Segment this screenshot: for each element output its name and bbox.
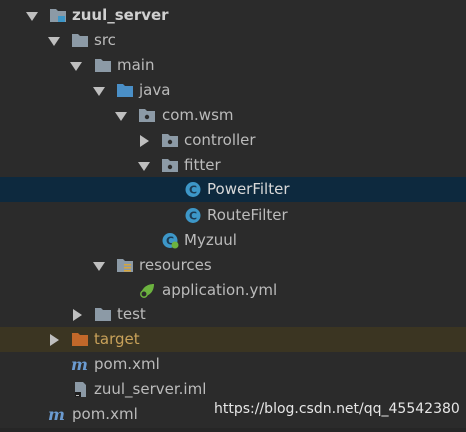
module-folder-icon (49, 7, 67, 24)
excluded-folder-icon (71, 331, 89, 348)
collapse-arrow-icon[interactable] (140, 135, 149, 147)
tree-item-java[interactable]: java (0, 78, 466, 103)
svg-text:m: m (71, 356, 88, 373)
folder-icon (71, 32, 89, 49)
package-icon (161, 157, 179, 174)
tree-item-fitter[interactable]: fitter (0, 153, 466, 178)
collapse-arrow-icon[interactable] (50, 334, 59, 346)
svg-text:C: C (189, 210, 197, 223)
tree-item-label: Myzuul (184, 231, 237, 249)
expand-arrow-icon[interactable] (115, 112, 127, 121)
expand-arrow-icon[interactable] (26, 12, 38, 21)
tree-item-src[interactable]: src (0, 28, 466, 53)
tree-item-application-yml[interactable]: application.yml (0, 278, 466, 303)
tree-item-label: PowerFilter (207, 180, 290, 198)
tree-item-label: pom.xml (94, 355, 160, 373)
tree-item-routefilter[interactable]: C RouteFilter (0, 203, 466, 228)
bottom-divider (0, 428, 466, 432)
tree-item-label: zuul_server (72, 6, 169, 24)
resources-folder-icon (116, 257, 134, 274)
expand-arrow-icon[interactable] (93, 262, 105, 271)
project-tree: zuul_server src main java com.wsm contro… (0, 0, 466, 432)
watermark-url: https://blog.csdn.net/qq_45542380 (214, 401, 460, 417)
svg-text:C: C (189, 184, 197, 197)
package-icon (138, 107, 156, 124)
expand-arrow-icon[interactable] (70, 62, 82, 71)
tree-item-label: src (94, 31, 116, 49)
tree-item-test[interactable]: test (0, 302, 466, 327)
tree-item-com-wsm[interactable]: com.wsm (0, 103, 466, 128)
java-class-icon: C (184, 181, 202, 198)
java-class-icon: C (184, 207, 202, 224)
tree-item-label: controller (184, 131, 256, 149)
svg-text:m: m (48, 406, 65, 423)
maven-icon: m (48, 405, 66, 424)
tree-item-myzuul[interactable]: C Myzuul (0, 228, 466, 253)
tree-item-label: pom.xml (72, 405, 138, 423)
tree-item-label: test (117, 305, 146, 323)
tree-item-zuul-server-iml[interactable]: zuul_server.iml (0, 377, 466, 402)
tree-item-label: RouteFilter (207, 206, 288, 224)
tree-item-label: com.wsm (162, 106, 234, 124)
tree-item-label: application.yml (162, 281, 278, 299)
folder-icon (94, 57, 112, 74)
maven-icon: m (71, 355, 89, 374)
package-icon (161, 132, 179, 149)
spring-yml-icon (138, 282, 156, 299)
tree-item-main[interactable]: main (0, 53, 466, 78)
tree-item-target[interactable]: target (0, 327, 466, 352)
spring-boot-class-icon: C (161, 232, 179, 249)
source-root-folder-icon (116, 82, 134, 99)
folder-icon (94, 306, 112, 323)
tree-item-label: java (139, 81, 171, 99)
tree-item-label: fitter (184, 156, 221, 174)
tree-item-label: zuul_server.iml (94, 380, 207, 398)
tree-item-powerfilter[interactable]: C PowerFilter (0, 177, 466, 202)
expand-arrow-icon[interactable] (93, 87, 105, 96)
iml-file-icon (71, 381, 89, 398)
expand-arrow-icon[interactable] (48, 37, 60, 46)
tree-item-label: target (94, 330, 140, 348)
tree-item-zuul-server[interactable]: zuul_server (0, 3, 466, 28)
tree-item-controller[interactable]: controller (0, 128, 466, 153)
tree-item-label: resources (139, 256, 212, 274)
tree-item-label: main (117, 56, 155, 74)
expand-arrow-icon[interactable] (138, 162, 150, 171)
tree-item-resources[interactable]: resources (0, 253, 466, 278)
collapse-arrow-icon[interactable] (73, 309, 82, 321)
tree-item-pom-xml[interactable]: m pom.xml (0, 352, 466, 377)
